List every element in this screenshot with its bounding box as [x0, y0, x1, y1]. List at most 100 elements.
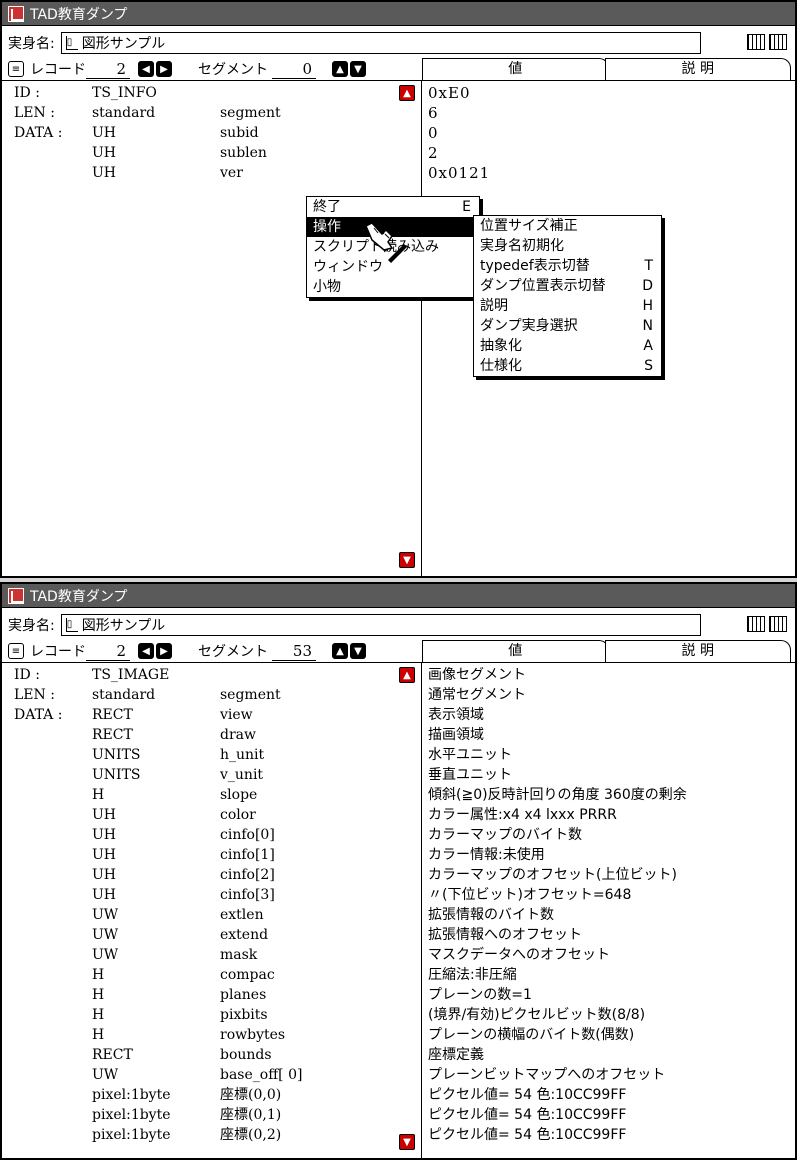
- description-cell: ピクセル値= 54 色:10CC99FF: [428, 1087, 627, 1103]
- row-field: extlen: [220, 907, 264, 923]
- description-pane: 画像セグメント 通常セグメント 表示領域 描画領域 水平ユニット 垂直ユニット 傾斜(≧0)…: [422, 662, 795, 1158]
- value-cell: 0x0121: [428, 164, 491, 182]
- row-field: rowbytes: [220, 1027, 286, 1043]
- description-cell: プレーンの数=1: [428, 987, 532, 1003]
- title-bar[interactable]: TAD教育ダンプ: [2, 584, 795, 608]
- submenu-item-dump-position[interactable]: ダンプ位置表示切替 D: [474, 276, 661, 296]
- segment-number[interactable]: 0: [272, 60, 316, 79]
- segment-down-button[interactable]: ▼: [350, 643, 366, 659]
- menu-item-accessories[interactable]: 小物: [307, 277, 479, 297]
- record-number[interactable]: 2: [86, 60, 130, 79]
- submenu-item-abstract[interactable]: 抽象化 A: [474, 336, 661, 356]
- value-cell: 6: [428, 104, 439, 122]
- scroll-down-icon[interactable]: ▼: [399, 552, 415, 568]
- scroll-up-icon[interactable]: ▲: [399, 667, 415, 683]
- book-icon[interactable]: [747, 616, 765, 632]
- description-cell: カラーマップのバイト数: [428, 827, 582, 843]
- row-type: pixel:1byte: [92, 1087, 171, 1103]
- menu-item-exit[interactable]: 終了 E: [307, 197, 479, 217]
- scroll-up-icon[interactable]: ▲: [399, 85, 415, 101]
- submenu-item-help[interactable]: 説明 H: [474, 296, 661, 316]
- field-list-pane: ▲ ▼ ID : TS_IMAGE LEN : standard segment DATA…: [2, 662, 422, 1158]
- description-cell: プレーンの横幅のバイト数(偶数): [428, 1027, 635, 1043]
- row-field: 座標(0,2): [220, 1127, 282, 1143]
- row-label: DATA :: [14, 707, 63, 723]
- real-name-label: 実身名:: [8, 36, 55, 52]
- submenu-item-typedef-toggle[interactable]: typedef表示切替 T: [474, 256, 661, 276]
- submenu: 位置サイズ補正 実身名初期化 typedef表示切替 T ダンプ位置表示切替 D 説…: [473, 215, 662, 377]
- print-icon[interactable]: [769, 616, 787, 632]
- submenu-item-adjust-size[interactable]: 位置サイズ補正: [474, 216, 661, 236]
- tab-value[interactable]: 値: [422, 640, 609, 662]
- row-type: UNITS: [92, 747, 141, 763]
- row-field: color: [220, 807, 256, 823]
- record-menu-icon[interactable]: ≡: [8, 61, 24, 77]
- real-name-field[interactable]: ▯ 図形サンプル: [60, 32, 701, 54]
- description-cell: 通常セグメント: [428, 687, 526, 703]
- row-field: 座標(0,1): [220, 1107, 282, 1123]
- row-type: UH: [92, 807, 117, 823]
- row-type: standard: [92, 687, 156, 703]
- row-type: RECT: [92, 727, 133, 743]
- real-name-value: 図形サンプル: [81, 36, 166, 52]
- value-cell: 0: [428, 124, 439, 142]
- description-cell: カラー属性:x4 x4 lxxx PRRR: [428, 807, 617, 823]
- tab-description[interactable]: 説 明: [604, 58, 791, 80]
- scroll-down-icon[interactable]: ▼: [399, 1134, 415, 1150]
- row-type: H: [92, 987, 105, 1003]
- submenu-item-concretize[interactable]: 仕様化 S: [474, 356, 661, 376]
- hand-cursor-icon: [365, 222, 407, 263]
- row-type: H: [92, 1027, 105, 1043]
- segment-number[interactable]: 53: [272, 642, 316, 661]
- row-field: view: [220, 707, 253, 723]
- record-menu-icon[interactable]: ≡: [8, 643, 24, 659]
- row-field: bounds: [220, 1047, 272, 1063]
- description-cell: 座標定義: [428, 1047, 484, 1063]
- segment-down-button[interactable]: ▼: [350, 61, 366, 77]
- row-type: UH: [92, 887, 117, 903]
- book-icon[interactable]: [747, 34, 765, 50]
- row-field: h_unit: [220, 747, 265, 763]
- app-icon[interactable]: [8, 5, 24, 22]
- row-label: ID :: [14, 667, 40, 683]
- record-prev-button[interactable]: ◀: [138, 643, 154, 659]
- segment-label: セグメント: [198, 644, 268, 660]
- row-field: extend: [220, 927, 269, 943]
- tab-description[interactable]: 説 明: [604, 640, 791, 662]
- description-cell: カラー情報:未使用: [428, 847, 545, 863]
- description-cell: ピクセル値= 54 色:10CC99FF: [428, 1107, 627, 1123]
- description-cell: 拡張情報へのオフセット: [428, 927, 582, 943]
- submenu-item-select-dump[interactable]: ダンプ実身選択 N: [474, 316, 661, 336]
- title-bar[interactable]: TAD教育ダンプ: [2, 2, 795, 26]
- segment-up-button[interactable]: ▲: [332, 61, 348, 77]
- segment-label: セグメント: [198, 62, 268, 78]
- app-icon[interactable]: [8, 587, 24, 604]
- record-number[interactable]: 2: [86, 642, 130, 661]
- real-name-value: 図形サンプル: [81, 618, 166, 634]
- row-type: H: [92, 787, 105, 803]
- description-cell: 表示領域: [428, 707, 484, 723]
- description-cell: プレーンビットマップへのオフセット: [428, 1067, 666, 1083]
- record-next-button[interactable]: ▶: [156, 61, 172, 77]
- row-field: cinfo[1]: [220, 847, 275, 863]
- real-name-field[interactable]: ▯ 図形サンプル: [60, 614, 701, 636]
- description-cell: 拡張情報のバイト数: [428, 907, 554, 923]
- segment-up-button[interactable]: ▲: [332, 643, 348, 659]
- description-cell: 傾斜(≧0)反時計回りの角度 360度の剰余: [428, 787, 687, 803]
- record-prev-button[interactable]: ◀: [138, 61, 154, 77]
- description-cell: (境界/有効)ピクセルビット数(8/8): [428, 1007, 646, 1023]
- row-field: cinfo[2]: [220, 867, 275, 883]
- field-list-pane: ID : TS_INFO LEN : standard segment DATA :U…: [2, 80, 422, 576]
- print-icon[interactable]: [769, 34, 787, 50]
- tab-value[interactable]: 値: [422, 58, 609, 80]
- row-field: base_off[ 0]: [220, 1067, 303, 1083]
- window-title: TAD教育ダンプ: [30, 6, 128, 23]
- real-name-label: 実身名:: [8, 618, 55, 634]
- row-type: UH: [92, 827, 117, 843]
- submenu-item-init-name[interactable]: 実身名初期化: [474, 236, 661, 256]
- row-type: UW: [92, 927, 119, 943]
- window-title: TAD教育ダンプ: [30, 588, 128, 605]
- record-next-button[interactable]: ▶: [156, 643, 172, 659]
- row-field: cinfo[3]: [220, 887, 275, 903]
- row-field: v_unit: [220, 767, 264, 783]
